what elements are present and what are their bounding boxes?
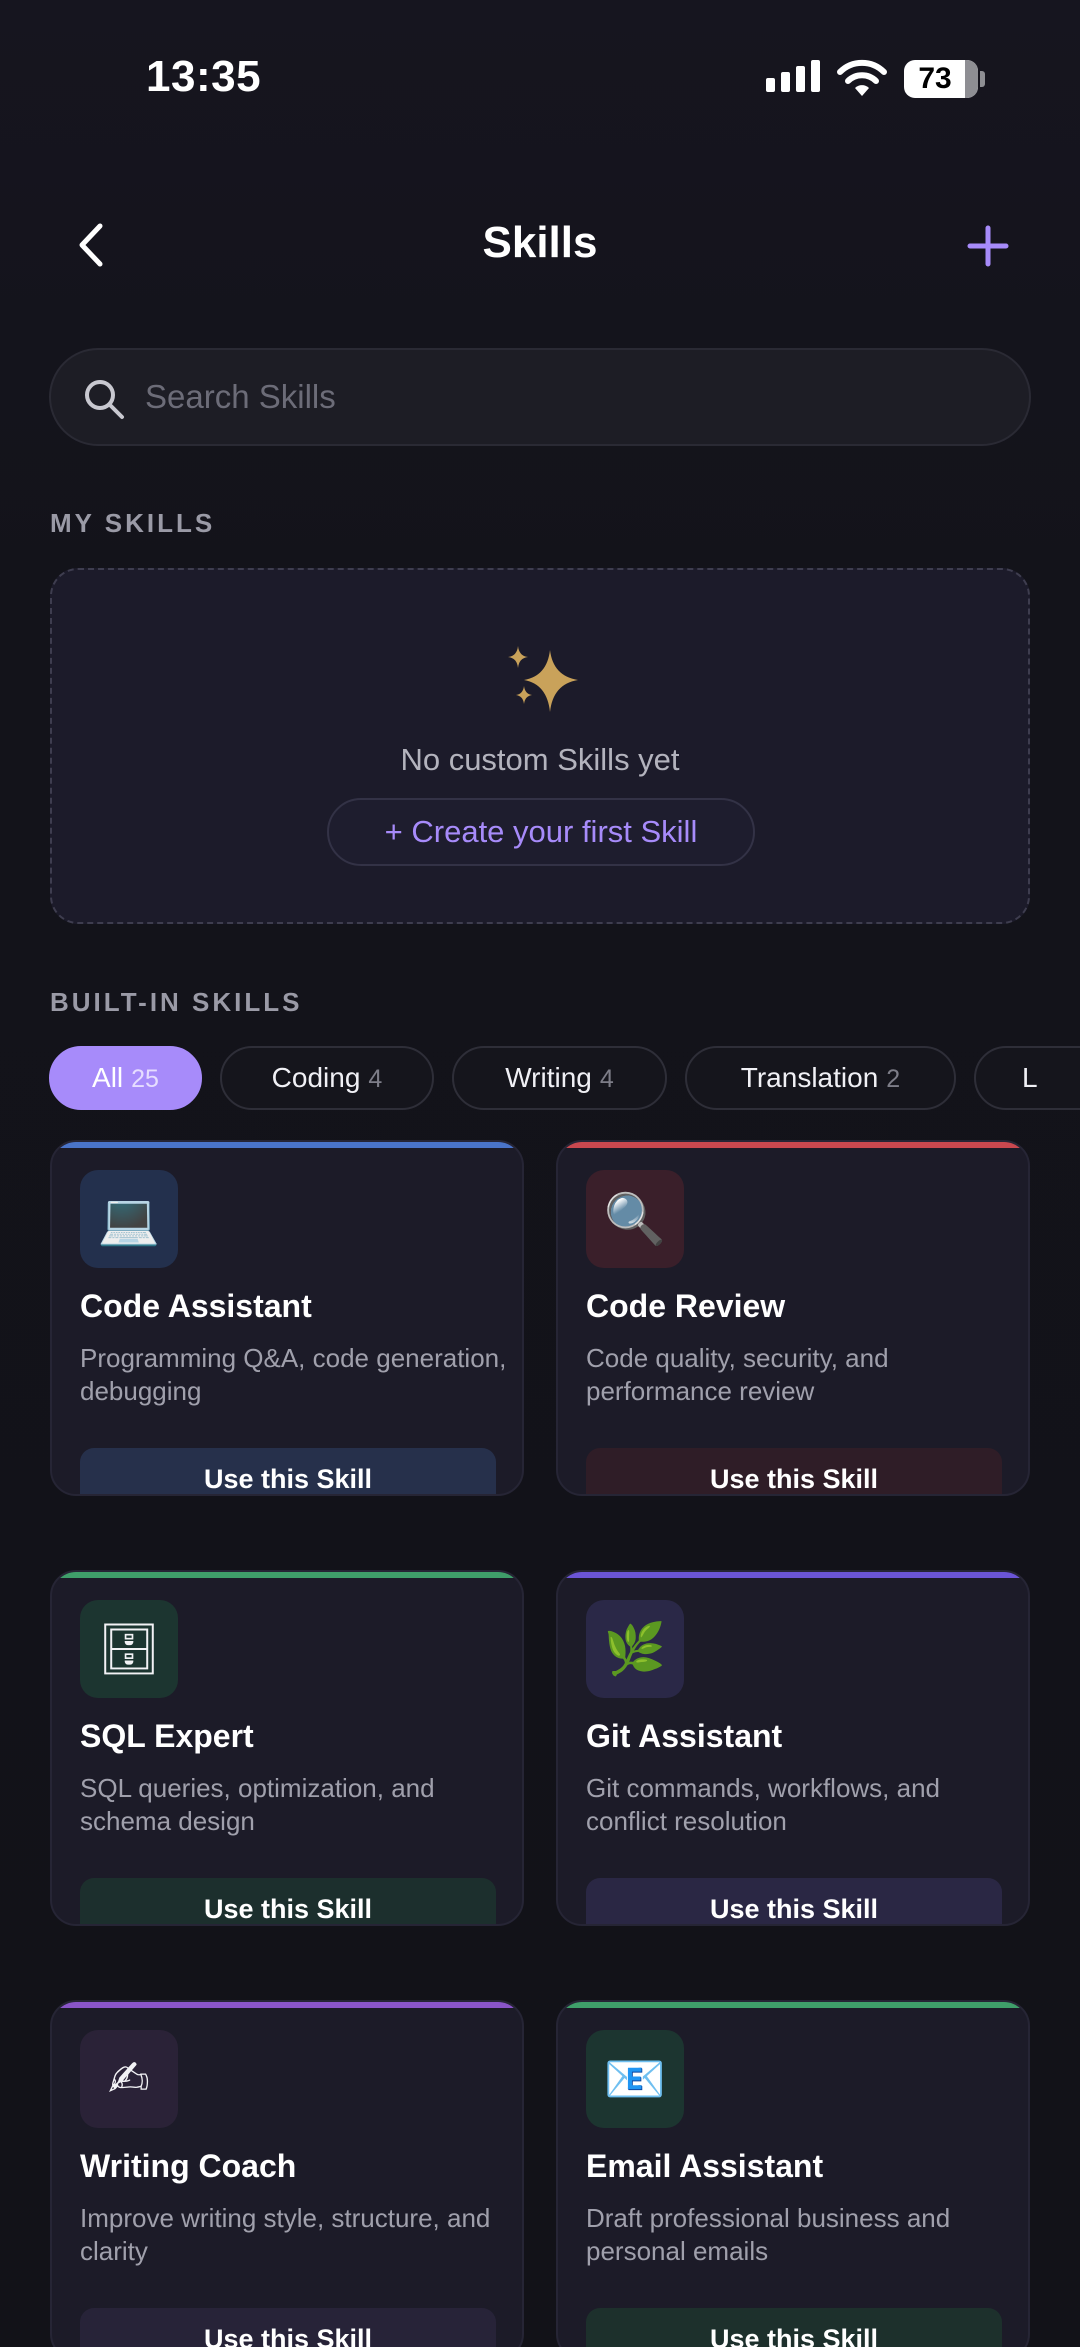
laptop-icon: 💻 (80, 1170, 178, 1268)
sparkles-icon (508, 646, 578, 712)
filter-chip-all[interactable]: All 25 (49, 1046, 202, 1110)
cellular-signal-icon (766, 60, 820, 92)
skill-title: Writing Coach (80, 2148, 297, 2184)
filter-chip-partial[interactable]: L (974, 1046, 1080, 1110)
filter-chip-count: 4 (599, 1065, 614, 1093)
page-title: Skills (482, 218, 598, 267)
use-skill-button[interactable]: Use this Skill (80, 1878, 496, 1924)
filter-chip-label: Translation (740, 1062, 879, 1093)
filter-chip-label: All (92, 1062, 124, 1093)
built-in-skills-heading: BUILT-IN SKILLS (50, 987, 303, 1017)
use-skill-button[interactable]: Use this Skill (586, 1878, 1002, 1924)
card-accent (52, 1572, 522, 1578)
skill-card-code-assistant[interactable]: 💻 Code Assistant Programming Q&A, code g… (50, 1140, 524, 1496)
create-first-skill-button[interactable]: + Create your first Skill (327, 798, 755, 866)
my-skills-empty-state: No custom Skills yet + Create your first… (50, 568, 1030, 924)
status-time: 13:35 (146, 52, 262, 101)
search-bar[interactable] (49, 348, 1031, 446)
battery-level: 73 (918, 62, 952, 95)
herb-icon: 🌿 (586, 1600, 684, 1698)
filter-chip-label: L (1022, 1062, 1038, 1093)
skill-title: Code Review (586, 1288, 786, 1324)
skill-title: SQL Expert (80, 1718, 254, 1754)
filter-chip-count: 25 (131, 1065, 159, 1093)
skill-card-writing-coach[interactable]: ✍ Writing Coach Improve writing style, s… (50, 2000, 524, 2347)
card-accent (52, 2002, 522, 2008)
skill-description: Improve writing style, structure, and cl… (80, 2203, 491, 2266)
skills-screen: 13:35 73 Skills MY SKILLS (0, 0, 1080, 2347)
empty-state-text: No custom Skills yet (400, 742, 680, 777)
use-skill-button[interactable]: Use this Skill (80, 1448, 496, 1494)
my-skills-heading: MY SKILLS (50, 508, 216, 538)
use-skill-button[interactable]: Use this Skill (586, 2308, 1002, 2347)
battery-cap (980, 71, 985, 87)
skill-description: Draft professional business and personal… (586, 2203, 951, 2266)
search-icon (85, 380, 124, 419)
skill-card-git-assistant[interactable]: 🌿 Git Assistant Git commands, workflows,… (556, 1570, 1030, 1926)
skill-card-sql-expert[interactable]: 🗄 SQL Expert SQL queries, optimization, … (50, 1570, 524, 1926)
file-cabinet-icon: 🗄 (80, 1600, 178, 1698)
skill-description: SQL queries, optimization, and schema de… (80, 1773, 435, 1836)
card-accent (558, 1572, 1028, 1578)
skill-card-code-review[interactable]: 🔍 Code Review Code quality, security, an… (556, 1140, 1030, 1496)
envelope-icon: 📧 (586, 2030, 684, 2128)
status-bar: 13:35 73 (0, 0, 1080, 150)
add-skill-plus-icon[interactable] (964, 222, 1012, 270)
skill-title: Git Assistant (586, 1718, 783, 1754)
category-filter-bar: All 25 Coding 4 Writing 4 Translation 2 L (49, 1046, 1080, 1110)
filter-chip-label: Writing (505, 1062, 592, 1093)
filter-chip-label: Coding (271, 1062, 361, 1093)
skill-description: Code quality, security, and performance … (586, 1343, 889, 1406)
filter-chip-coding[interactable]: Coding 4 (220, 1046, 434, 1110)
skill-card-email-assistant[interactable]: 📧 Email Assistant Draft professional bus… (556, 2000, 1030, 2347)
skill-title: Code Assistant (80, 1288, 312, 1324)
filter-chip-translation[interactable]: Translation 2 (685, 1046, 956, 1110)
filter-chip-count: 2 (886, 1065, 901, 1093)
writing-hand-icon: ✍ (80, 2030, 178, 2128)
search-input[interactable] (145, 350, 1005, 444)
filter-chip-count: 4 (368, 1065, 383, 1093)
skill-title: Email Assistant (586, 2148, 824, 2184)
skill-description: Git commands, workflows, and conflict re… (586, 1773, 941, 1836)
use-skill-button[interactable]: Use this Skill (586, 1448, 1002, 1494)
magnifying-glass-icon: 🔍 (586, 1170, 684, 1268)
wifi-icon (837, 59, 887, 96)
use-skill-button[interactable]: Use this Skill (80, 2308, 496, 2347)
battery-icon: 73 (904, 60, 978, 98)
filter-chip-writing[interactable]: Writing 4 (452, 1046, 667, 1110)
card-accent (558, 1142, 1028, 1148)
skill-description: Programming Q&A, code generation, debugg… (80, 1343, 507, 1406)
card-accent (52, 1142, 522, 1148)
card-accent (558, 2002, 1028, 2008)
